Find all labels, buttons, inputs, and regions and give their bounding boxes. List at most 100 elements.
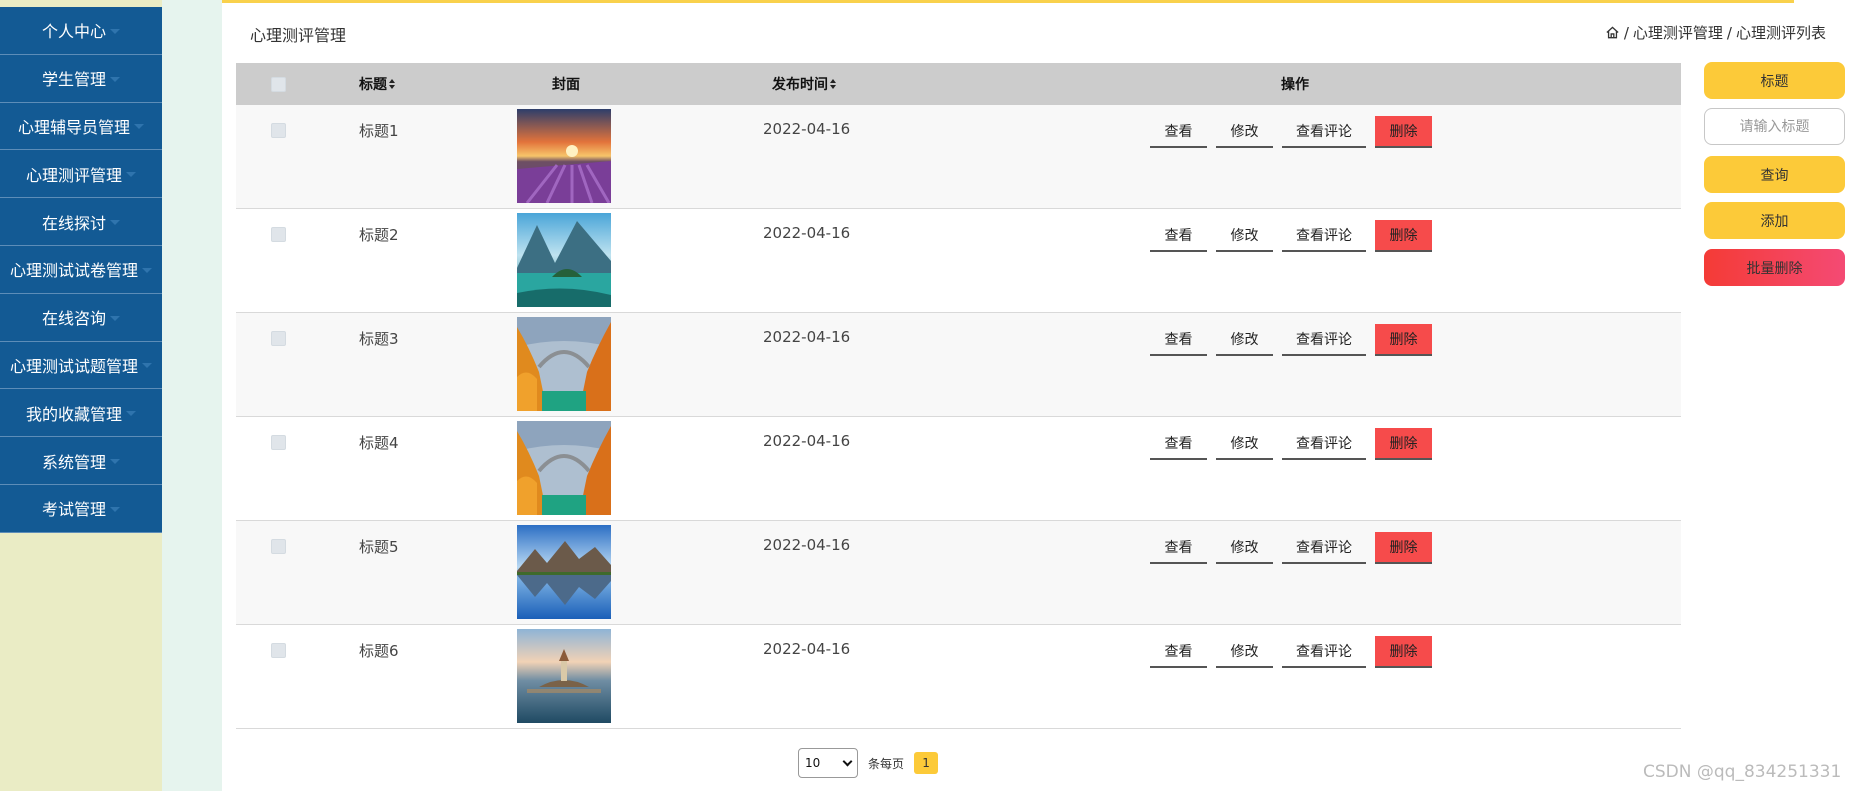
home-icon[interactable] [1605, 25, 1620, 40]
delete-button[interactable]: 删除 [1375, 532, 1432, 564]
add-button[interactable]: 添加 [1704, 202, 1845, 239]
page-number-current[interactable]: 1 [914, 752, 939, 774]
top-accent-line [0, 0, 1794, 3]
cover-image-castle-lake [517, 629, 611, 723]
sidebar-item-system[interactable]: 系统管理 [0, 437, 162, 485]
pagination: 10 条每页 1 [798, 748, 939, 778]
page-size-select[interactable]: 10 [798, 748, 858, 778]
row-checkbox[interactable] [271, 123, 286, 138]
breadcrumb-item-assessment-list: 心理测评列表 [1735, 24, 1826, 42]
sidebar-item-exams[interactable]: 考试管理 [0, 484, 162, 533]
view-comments-button[interactable]: 查看评论 [1282, 428, 1366, 460]
per-page-label: 条每页 [868, 756, 905, 771]
sidebar-item-label: 考试管理 [41, 500, 106, 520]
breadcrumb-separator: / [1623, 23, 1629, 42]
column-header-publish-time[interactable]: 发布时间 [772, 63, 837, 105]
sidebar-item-test-papers[interactable]: 心理测试试卷管理 [0, 245, 162, 294]
edit-button[interactable]: 修改 [1216, 532, 1273, 564]
row-title: 标题2 [359, 226, 399, 244]
view-comments-button[interactable]: 查看评论 [1282, 532, 1366, 564]
row-checkbox[interactable] [271, 539, 286, 554]
page-title: 心理测评管理 [250, 26, 347, 45]
sidebar-item-label: 在线咨询 [41, 309, 106, 329]
sort-icon[interactable] [830, 79, 837, 89]
sidebar-item-label: 我的收藏管理 [25, 404, 122, 424]
title-field-label-button[interactable]: 标题 [1704, 62, 1845, 99]
edit-button[interactable]: 修改 [1216, 220, 1273, 252]
table-row: 标题1 2022-04-16 查看 修改 查看评论 删除 [236, 105, 1681, 209]
sidebar-divider-strip [162, 0, 222, 791]
sidebar-item-test-questions[interactable]: 心理测试试题管理 [0, 341, 162, 390]
edit-button[interactable]: 修改 [1216, 428, 1273, 460]
breadcrumb: / 心理测评管理 / 心理测评列表 [1605, 22, 1826, 43]
caret-down-icon [126, 411, 136, 417]
sidebar-item-consultation[interactable]: 在线咨询 [0, 293, 162, 342]
delete-button[interactable]: 删除 [1375, 116, 1432, 148]
view-comments-button[interactable]: 查看评论 [1282, 636, 1366, 668]
table-row: 标题4 2022-04-16 查看 修改 查看评论 删除 [236, 417, 1681, 521]
batch-delete-button[interactable]: 批量删除 [1704, 249, 1845, 286]
view-button[interactable]: 查看 [1150, 532, 1207, 564]
sidebar-item-personal-center[interactable]: 个人中心 [0, 7, 162, 55]
row-checkbox[interactable] [271, 643, 286, 658]
row-title: 标题5 [359, 538, 399, 556]
column-header-label: 发布时间 [772, 77, 828, 93]
edit-button[interactable]: 修改 [1216, 324, 1273, 356]
row-title: 标题1 [359, 122, 399, 140]
sidebar-item-label: 在线探讨 [41, 213, 106, 233]
row-checkbox[interactable] [271, 227, 286, 242]
sidebar-item-label: 心理测评管理 [25, 165, 122, 185]
breadcrumb-item-assessment-management[interactable]: 心理测评管理 [1633, 22, 1723, 43]
sidebar-item-label: 个人中心 [41, 22, 106, 42]
caret-down-icon [110, 76, 120, 82]
sidebar-item-favorites[interactable]: 我的收藏管理 [0, 389, 162, 438]
row-checkbox[interactable] [271, 435, 286, 450]
table-header: 标题 封面 发布时间 操作 [236, 63, 1681, 105]
column-header-label: 操作 [1281, 77, 1309, 93]
view-button[interactable]: 查看 [1150, 636, 1207, 668]
caret-down-icon [134, 124, 144, 130]
view-button[interactable]: 查看 [1150, 220, 1207, 252]
delete-button[interactable]: 删除 [1375, 220, 1432, 252]
sort-icon[interactable] [389, 79, 396, 89]
select-all-column [271, 63, 286, 105]
column-header-title[interactable]: 标题 [359, 63, 396, 105]
delete-button[interactable]: 删除 [1375, 428, 1432, 460]
delete-button[interactable]: 删除 [1375, 636, 1432, 668]
caret-down-icon [126, 172, 136, 178]
cover-image-mountain-lake [517, 213, 611, 307]
caret-down-icon [110, 506, 120, 512]
page-size-value: 10 [805, 756, 821, 770]
sidebar-menu: 个人中心 学生管理 心理辅导员管理 心理测评管理 在线探讨 心理测试试卷管理 在… [0, 7, 162, 533]
sidebar-item-students[interactable]: 学生管理 [0, 54, 162, 103]
sidebar-item-label: 系统管理 [41, 452, 106, 472]
query-button[interactable]: 查询 [1704, 156, 1845, 193]
table-row: 标题3 2022-04-16 查看 修改 查看评论 删除 [236, 313, 1681, 417]
delete-button[interactable]: 删除 [1375, 324, 1432, 356]
row-publish-date: 2022-04-16 [763, 224, 851, 242]
sidebar-item-assessments[interactable]: 心理测评管理 [0, 150, 162, 199]
select-all-checkbox[interactable] [271, 76, 286, 92]
view-button[interactable]: 查看 [1150, 324, 1207, 356]
view-comments-button[interactable]: 查看评论 [1282, 324, 1366, 356]
sidebar-item-discussion[interactable]: 在线探讨 [0, 198, 162, 246]
view-comments-button[interactable]: 查看评论 [1282, 220, 1366, 252]
view-button[interactable]: 查看 [1150, 116, 1207, 148]
table-row: 标题5 2022-04-16 查看 修改 查看评论 删除 [236, 521, 1681, 625]
row-checkbox[interactable] [271, 331, 286, 346]
row-publish-date: 2022-04-16 [763, 640, 851, 658]
assessment-table: 标题 封面 发布时间 操作 标题1 2022-04-16 查看 修改 查看评论 … [236, 63, 1681, 729]
view-button[interactable]: 查看 [1150, 428, 1207, 460]
caret-down-icon [110, 220, 120, 226]
sidebar-item-counselors[interactable]: 心理辅导员管理 [0, 102, 162, 151]
edit-button[interactable]: 修改 [1216, 636, 1273, 668]
table-row: 标题6 2022-04-16 查看 修改 查看评论 删除 [236, 625, 1681, 729]
view-comments-button[interactable]: 查看评论 [1282, 116, 1366, 148]
column-header-actions: 操作 [1281, 63, 1309, 105]
row-publish-date: 2022-04-16 [763, 536, 851, 554]
table-row: 标题2 2022-04-16 查看 修改 查看评论 删除 [236, 209, 1681, 313]
row-title: 标题3 [359, 330, 399, 348]
breadcrumb-separator: / [1726, 23, 1732, 42]
title-search-input[interactable] [1704, 108, 1845, 145]
edit-button[interactable]: 修改 [1216, 116, 1273, 148]
